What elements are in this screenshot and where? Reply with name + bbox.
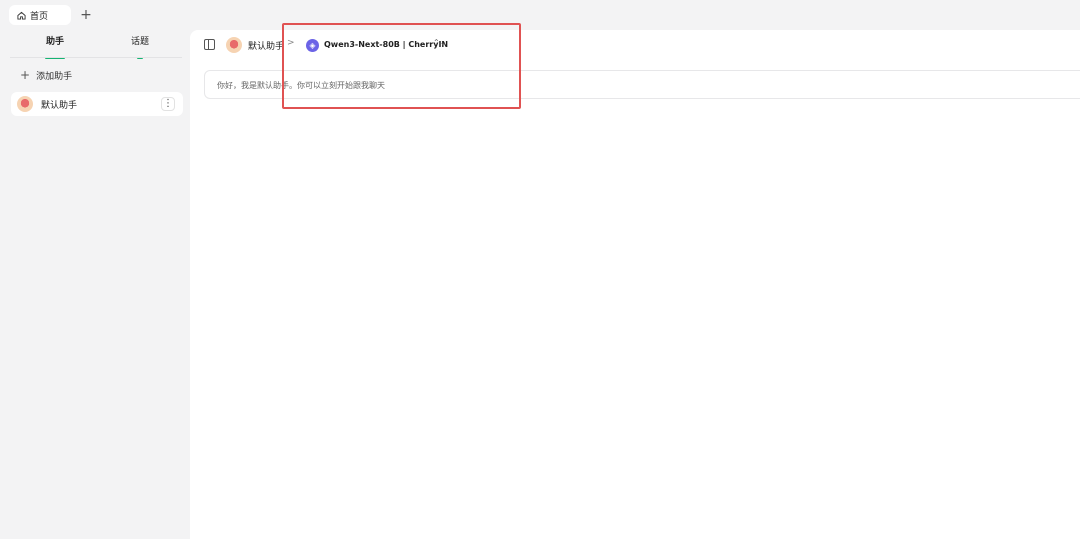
header-assistant-name[interactable]: 默认助手: [248, 39, 284, 52]
tab-home-label: 首页: [30, 11, 49, 22]
tab-topics[interactable]: 话题: [110, 35, 170, 59]
assistant-avatar: [17, 96, 33, 112]
tab-assistants-label: 助手: [45, 37, 64, 47]
assistant-item[interactable]: 默认助手 ⋮: [11, 92, 183, 116]
home-icon: [17, 11, 26, 20]
tab-topics-label: 话题: [130, 37, 149, 47]
welcome-message-text: 你好，我是默认助手。你可以立刻开始跟我聊天: [217, 81, 385, 90]
tab-assistants[interactable]: 助手: [25, 35, 85, 59]
sidebar: 助手 话题 + 添加助手 默认助手 ⋮: [0, 30, 190, 539]
chat-main: 默认助手 > ◈ Qwen3-Next-80B | CherryIN ⌃⌄ 你好…: [190, 30, 1080, 539]
sidebar-divider: [10, 57, 182, 58]
more-options-icon[interactable]: ⋮: [161, 97, 175, 111]
plus-icon: +: [20, 68, 31, 82]
model-provider-icon: ◈: [306, 39, 319, 52]
header-assistant-avatar: [226, 37, 242, 53]
sidebar-toggle-icon[interactable]: [204, 39, 215, 50]
add-tab-button[interactable]: +: [78, 5, 94, 25]
model-selector[interactable]: Qwen3-Next-80B | CherryIN: [324, 40, 448, 49]
tab-home[interactable]: 首页: [9, 5, 71, 25]
tab-bar: 首页 +: [0, 0, 1080, 30]
assistant-name: 默认助手: [41, 100, 78, 111]
add-assistant-button[interactable]: + 添加助手: [20, 68, 72, 82]
chevron-right-icon: >: [287, 38, 295, 48]
add-assistant-label: 添加助手: [36, 71, 73, 82]
chevron-updown-icon[interactable]: ⌃⌄: [433, 38, 446, 47]
welcome-message: 你好，我是默认助手。你可以立刻开始跟我聊天: [204, 70, 1080, 99]
